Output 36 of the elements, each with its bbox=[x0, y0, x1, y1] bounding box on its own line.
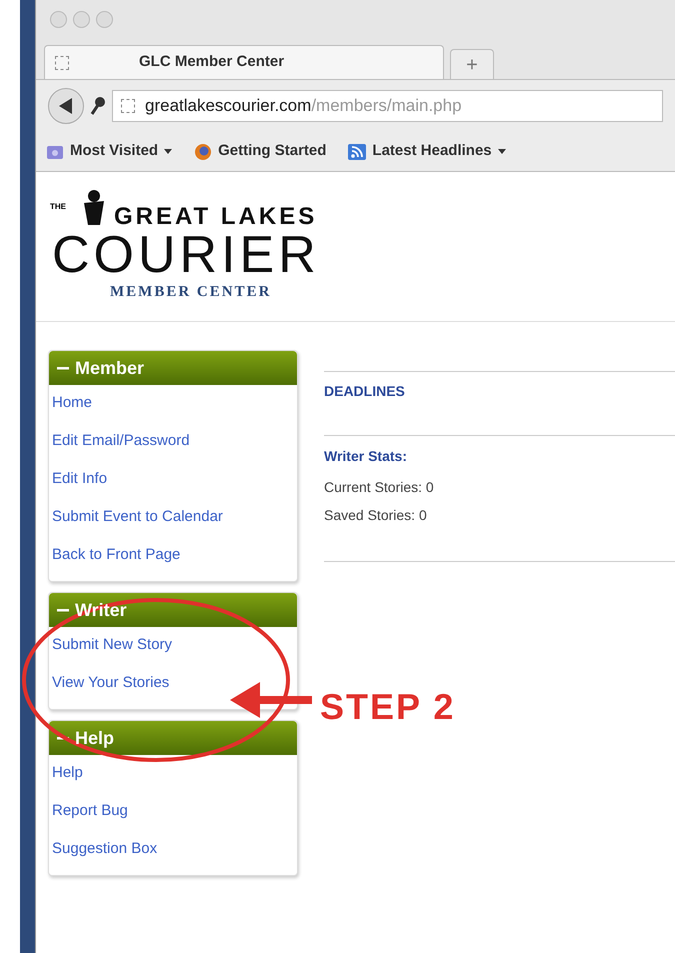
sidebar-link[interactable]: Submit Event to Calendar bbox=[52, 507, 294, 527]
sidebar-link[interactable]: View Your Stories bbox=[52, 673, 294, 693]
url-text: greatlakescourier.com/members/main.php bbox=[145, 95, 462, 118]
annotation-label: STEP 2 bbox=[320, 685, 456, 729]
key-icon bbox=[90, 96, 106, 116]
browser-tab[interactable]: GLC Member Center bbox=[44, 45, 444, 79]
sidebar-link[interactable]: Back to Front Page bbox=[52, 545, 294, 565]
bookmark-item[interactable]: Getting Started bbox=[194, 140, 326, 163]
sidebar-link[interactable]: Submit New Story bbox=[52, 635, 294, 655]
window-control[interactable] bbox=[96, 10, 113, 28]
back-button[interactable] bbox=[48, 88, 84, 124]
sidebar-link[interactable]: Suggestion Box bbox=[52, 839, 294, 859]
sidebar-link[interactable]: Help bbox=[52, 763, 294, 783]
globe-icon bbox=[194, 142, 212, 160]
stat-text: Saved Stories: 0 bbox=[324, 507, 428, 523]
rss-icon bbox=[348, 144, 366, 160]
panel-header[interactable]: Writer bbox=[49, 593, 297, 627]
sidebar-link[interactable]: Edit Email/Password bbox=[52, 431, 294, 451]
page-icon bbox=[55, 56, 69, 70]
panel-header[interactable]: Member bbox=[49, 351, 297, 385]
stat-text: Current Stories: 0 bbox=[324, 479, 435, 495]
window-control[interactable] bbox=[73, 10, 90, 28]
section-heading: Writer Stats: bbox=[324, 447, 408, 466]
sidebar-link[interactable]: Home bbox=[52, 393, 294, 413]
site-logo: THE GREAT LAKES COURIER MEMBER CENTER bbox=[50, 189, 340, 304]
address-bar[interactable]: greatlakescourier.com/members/main.php bbox=[112, 90, 663, 122]
window-control[interactable] bbox=[50, 10, 67, 28]
page-icon bbox=[121, 99, 135, 113]
sidebar-link[interactable]: Report Bug bbox=[52, 801, 294, 821]
section-heading: DEADLINES bbox=[324, 383, 405, 399]
back-arrow-icon bbox=[59, 98, 73, 114]
bookmark-item[interactable]: Most Visited bbox=[46, 140, 172, 163]
sidebar-link[interactable]: Edit Info bbox=[52, 469, 294, 489]
bookmark-item[interactable]: Latest Headlines bbox=[348, 140, 506, 163]
folder-icon bbox=[46, 144, 64, 160]
new-tab-button[interactable]: + bbox=[450, 49, 494, 79]
